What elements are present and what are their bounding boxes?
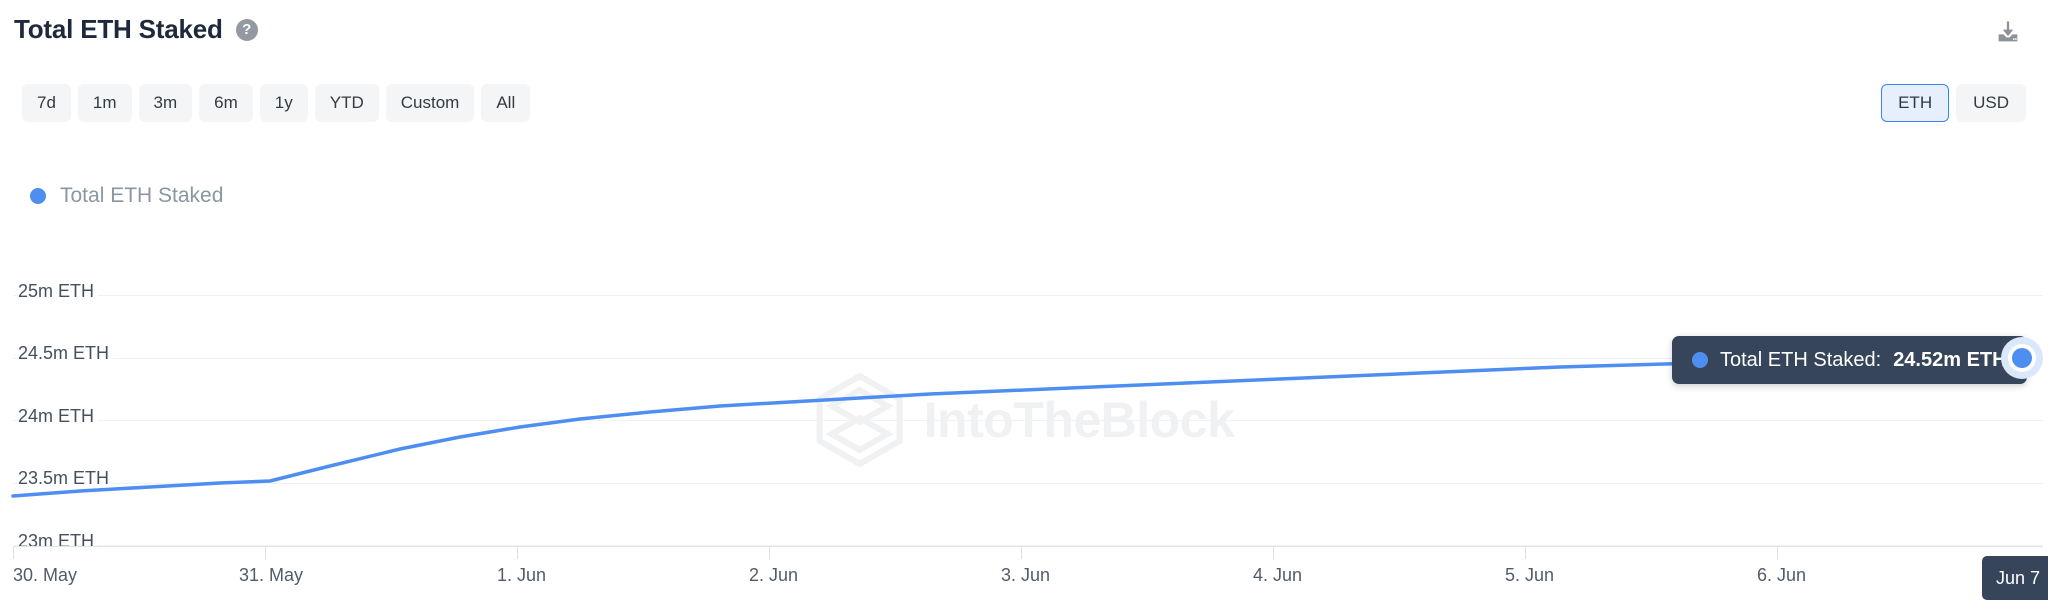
y-axis-label-23-5m: 23.5m ETH [18,468,114,489]
y-axis-label-23m: 23m ETH [18,531,99,552]
y-axis-label-25m: 25m ETH [18,281,99,302]
x-axis-label-5-jun: 5. Jun [1505,565,1555,585]
watermark-text: IntoTheBlock [923,392,1235,448]
x-tick-3-jun [1021,547,1022,559]
legend-item-total-eth-staked[interactable]: Total ETH Staked [30,184,223,208]
widget-header: Total ETH Staked ? [0,0,2048,62]
x-axis-label-4-jun: 4. Jun [1253,565,1303,585]
title-group: Total ETH Staked ? [14,14,258,45]
range-button-6m[interactable]: 6m [199,84,253,122]
gridline-23m [13,545,2043,546]
x-axis-label-6-jun: 6. Jun [1757,565,1807,585]
x-tick-5-jun [1525,547,1526,559]
x-tick-4-jun [1273,547,1274,559]
legend-label: Total ETH Staked [60,184,224,207]
chart-widget: Total ETH Staked ? 7d 1m 3m 6m 1y YTD Cu… [0,0,2048,612]
gridline-23-5m [13,483,2043,484]
x-axis-label-2-jun: 2. Jun [749,565,799,585]
x-axis-label-3-jun: 3. Jun [1001,565,1051,585]
question-mark-icon[interactable]: ? [235,18,258,41]
range-button-3m[interactable]: 3m [138,84,193,122]
tooltip-series-dot-icon [1692,352,1708,368]
range-button-custom[interactable]: Custom [385,84,475,122]
cube-logo-icon [816,372,903,468]
tooltip-series-label: Total ETH Staked: [1720,348,1882,371]
gridline-25m [13,295,2043,296]
x-tick-6-jun [1777,547,1778,559]
x-tick-1-jun [517,547,518,559]
controls-row: 7d 1m 3m 6m 1y YTD Custom All ETH USD [0,84,2048,126]
unit-button-eth[interactable]: ETH [1881,84,1950,122]
unit-button-usd[interactable]: USD [1956,84,2026,122]
chart-tooltip: Total ETH Staked: 24.52m ETH [1672,336,2027,384]
range-button-ytd[interactable]: YTD [314,84,379,122]
x-tick-31-may [265,547,266,559]
legend-dot-icon [30,188,46,204]
watermark: IntoTheBlock [814,370,1235,470]
x-axis-line [13,546,2043,547]
x-axis-label-30-may: 30. May [13,565,78,585]
range-button-1m[interactable]: 1m [77,84,132,122]
gridline-24m [13,420,2043,421]
tooltip-value: 24.52m ETH [1893,348,2007,371]
page-title: Total ETH Staked [14,14,223,44]
x-axis-label-1-jun: 1. Jun [497,565,547,585]
range-button-1y[interactable]: 1y [259,84,308,122]
y-axis-label-24m: 24m ETH [18,406,99,427]
download-icon-glyph [1998,21,2018,42]
unit-toggle-group: ETH USD [1881,84,2026,122]
range-button-all[interactable]: All [481,84,531,122]
x-axis-label-31-may: 31. May [239,565,304,585]
crosshair-date-chip: Jun 7 [1982,556,2048,600]
download-icon[interactable] [1992,16,2024,48]
time-range-group: 7d 1m 3m 6m 1y YTD Custom All [22,84,531,122]
y-axis-label-24-5m: 24.5m ETH [18,343,114,364]
data-point-marker[interactable] [2012,348,2032,368]
x-tick-2-jun [769,547,770,559]
x-tick-30-may [13,547,14,559]
range-button-7d[interactable]: 7d [22,84,71,122]
